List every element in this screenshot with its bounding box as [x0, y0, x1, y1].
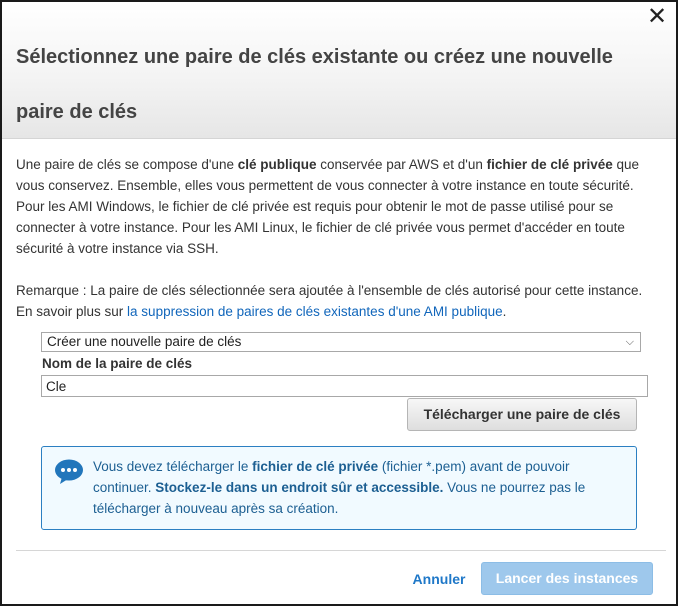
intro-text-2: conservée par AWS et d'un — [316, 157, 487, 172]
speech-bubble-icon — [55, 459, 83, 484]
cancel-button[interactable]: Annuler — [404, 568, 474, 590]
remove-keypairs-link[interactable]: la suppression de paires de clés existan… — [127, 304, 503, 319]
info-bold-private-key-file: fichier de clé privée — [252, 459, 379, 474]
intro-paragraph: Une paire de clés se compose d'une clé p… — [16, 154, 662, 259]
info-alert: Vous devez télécharger le fichier de clé… — [41, 446, 637, 530]
dialog-title: Sélectionnez une paire de clés existante… — [16, 46, 613, 123]
key-pair-dialog: Sélectionnez une paire de clés existante… — [0, 0, 678, 606]
info-bold-store-safely: Stockez-le dans un endroit sûr et access… — [155, 480, 444, 495]
close-icon[interactable]: ✕ — [646, 5, 668, 29]
info-text-1: Vous devez télécharger le — [93, 459, 253, 474]
keypair-name-label: Nom de la paire de clés — [42, 356, 193, 371]
note-end: . — [502, 304, 507, 319]
dialog-header: Sélectionnez une paire de clés existante… — [2, 2, 676, 139]
keypair-option-select[interactable]: Créer une nouvelle paire de clés ⌵ — [41, 332, 641, 352]
launch-instances-button[interactable]: Lancer des instances — [481, 562, 653, 595]
intro-text-1: Une paire de clés se compose d'une — [16, 157, 238, 172]
footer-divider — [16, 550, 666, 551]
select-value: Créer une nouvelle paire de clés — [47, 334, 242, 349]
keypair-name-input[interactable] — [41, 375, 648, 397]
info-message: Vous devez télécharger le fichier de clé… — [93, 456, 629, 519]
note-paragraph: Remarque : La paire de clés sélectionnée… — [16, 280, 662, 322]
intro-bold-public-key: clé publique — [237, 157, 317, 172]
intro-bold-private-key-file: fichier de clé privée — [486, 157, 613, 172]
download-keypair-button[interactable]: Télécharger une paire de clés — [407, 398, 637, 431]
chevron-down-icon: ⌵ — [625, 336, 634, 348]
